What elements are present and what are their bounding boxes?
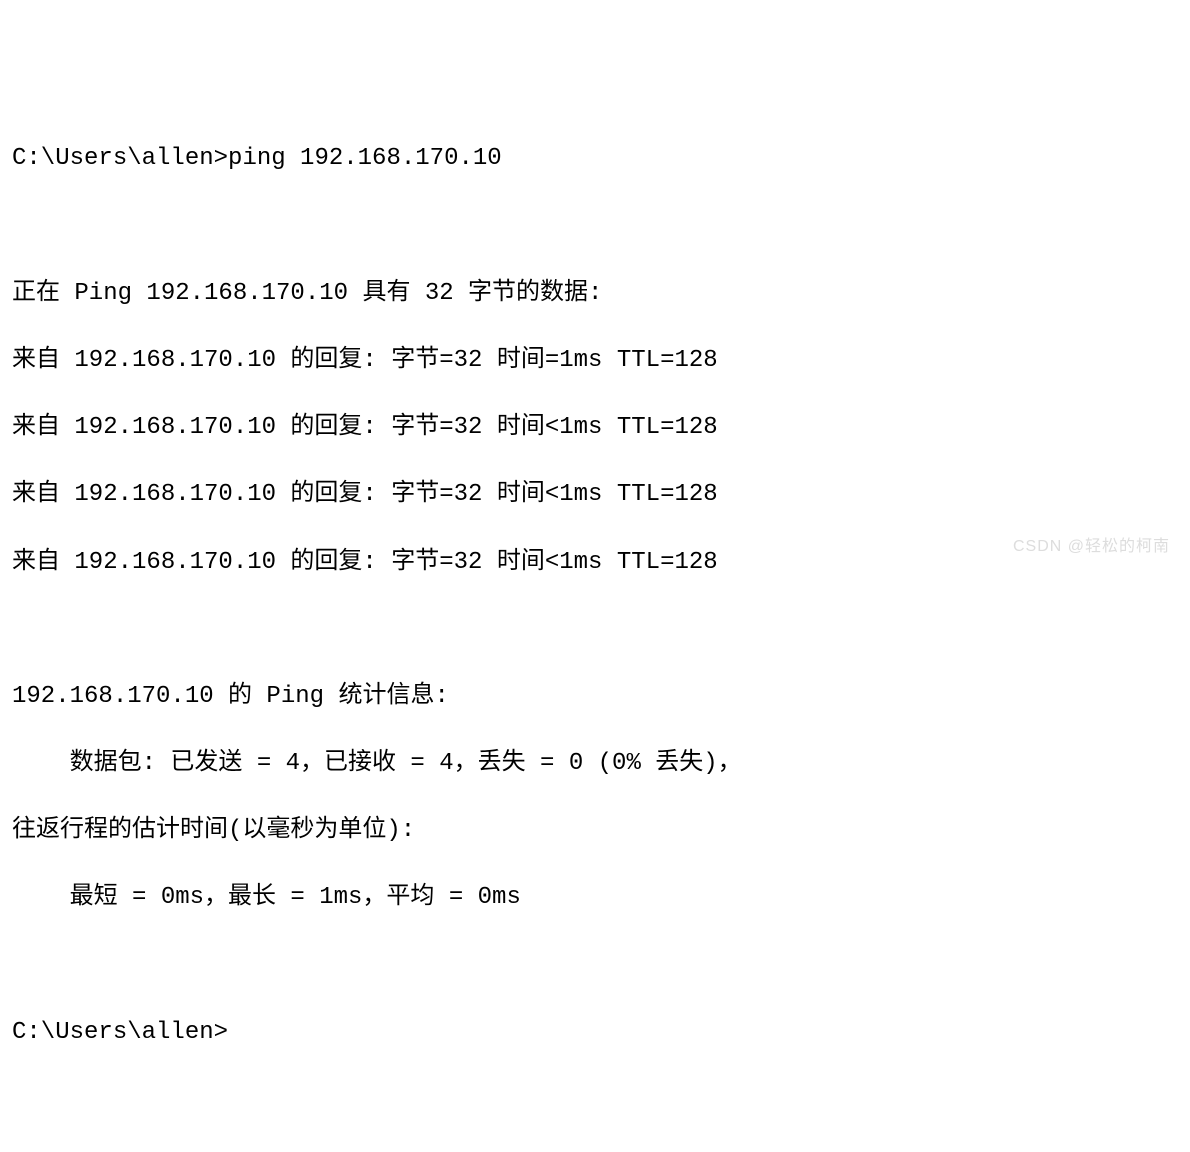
- ping-reply: 来自 192.168.170.10 的回复: 字节=32 时间<1ms TTL=…: [12, 546, 1178, 580]
- cmd-prompt-line[interactable]: C:\Users\allen>ping 192.168.170.10: [12, 142, 1178, 176]
- blank-line: [12, 949, 1178, 983]
- ping-stats-header: 192.168.170.10 的 Ping 统计信息:: [12, 680, 1178, 714]
- ping-packets: 数据包: 已发送 = 4，已接收 = 4，丢失 = 0 (0% 丢失)，: [12, 747, 1178, 781]
- ping-header: 正在 Ping 192.168.170.10 具有 32 字节的数据:: [12, 277, 1178, 311]
- blank-line: [12, 210, 1178, 244]
- ping-rtt-header: 往返行程的估计时间(以毫秒为单位):: [12, 814, 1178, 848]
- ping-reply: 来自 192.168.170.10 的回复: 字节=32 时间<1ms TTL=…: [12, 478, 1178, 512]
- ping-reply: 来自 192.168.170.10 的回复: 字节=32 时间<1ms TTL=…: [12, 411, 1178, 445]
- cmd-prompt-line[interactable]: C:\Users\allen>: [12, 1016, 1178, 1050]
- ping-rtt-values: 最短 = 0ms，最长 = 1ms，平均 = 0ms: [12, 881, 1178, 915]
- ping-reply: 来自 192.168.170.10 的回复: 字节=32 时间=1ms TTL=…: [12, 344, 1178, 378]
- watermark-text: CSDN @轻松的柯南: [1013, 536, 1170, 558]
- blank-line: [12, 613, 1178, 647]
